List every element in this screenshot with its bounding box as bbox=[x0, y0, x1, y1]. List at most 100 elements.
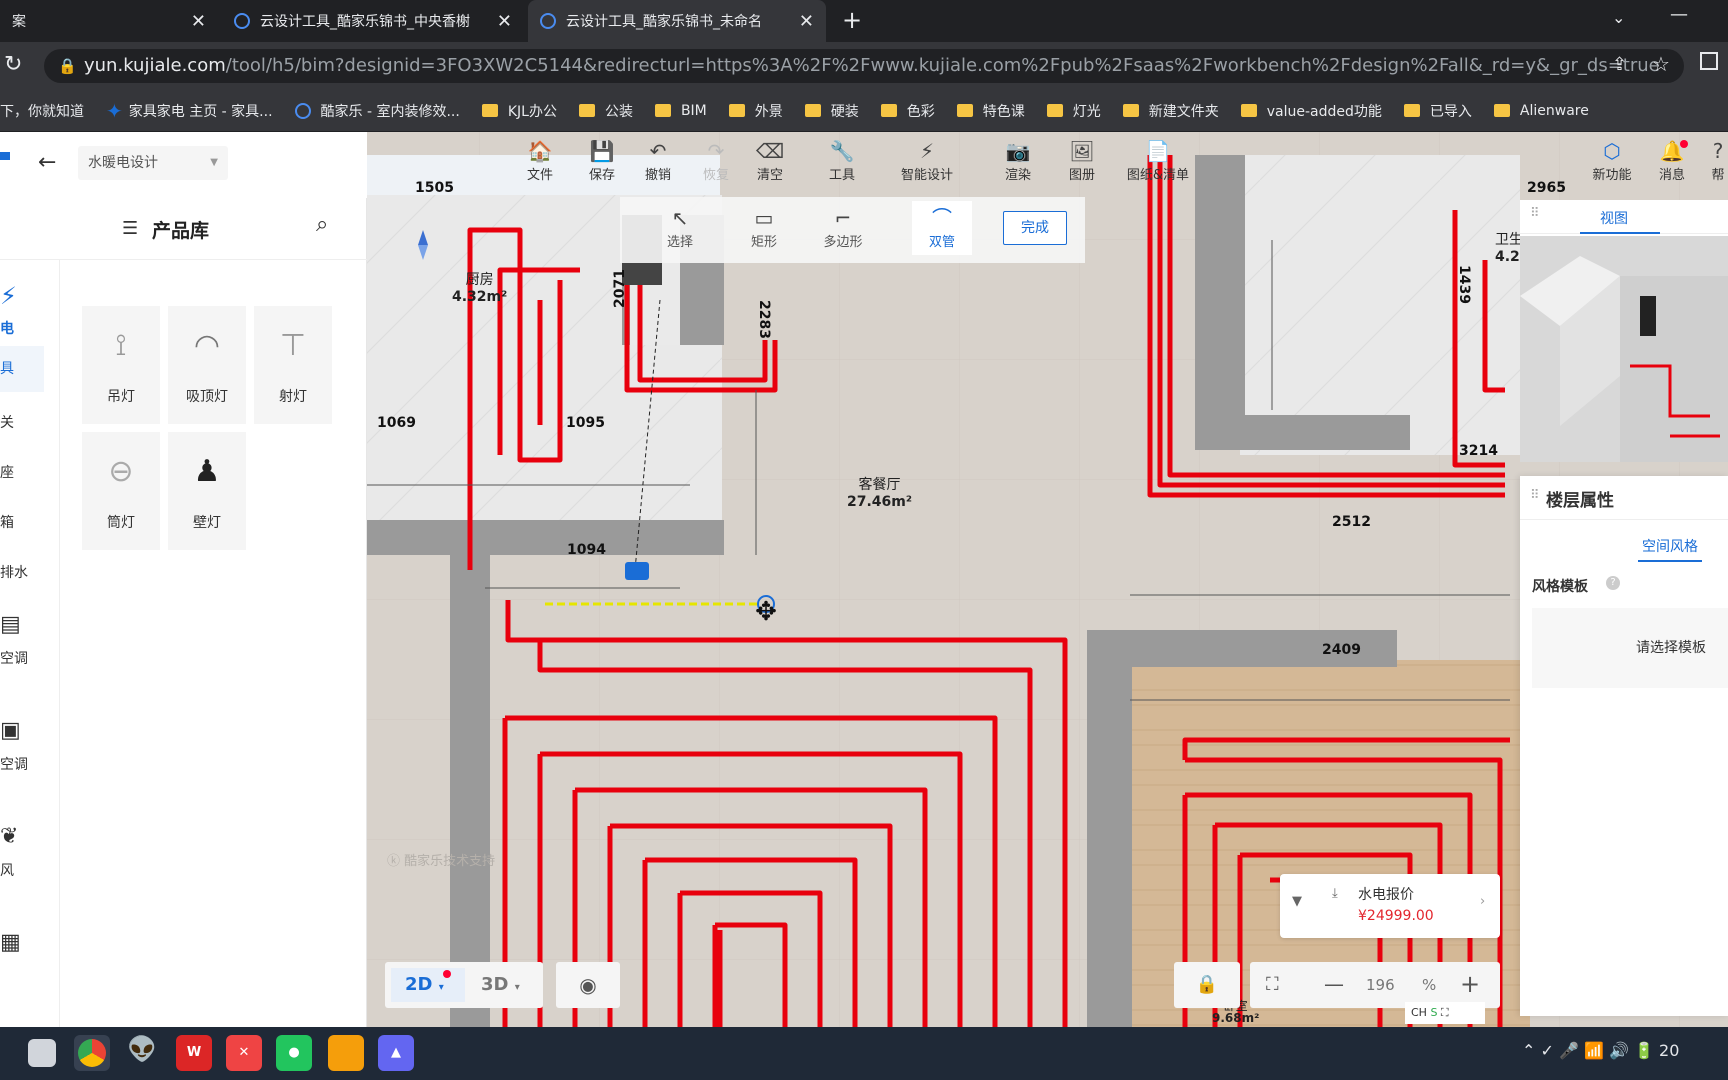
notification-badge bbox=[1680, 140, 1688, 148]
browser-tab[interactable]: 云设计工具_酷家乐锦书_中央香榭 ✕ bbox=[222, 0, 524, 42]
save-button[interactable]: 💾 保存 bbox=[582, 138, 622, 183]
url-domain: yun.kujiale.com bbox=[84, 55, 226, 76]
task-view-icon[interactable] bbox=[28, 1039, 56, 1067]
mode-3d-button[interactable]: 3D ▾ bbox=[481, 968, 520, 1005]
browser-tab-active[interactable]: 云设计工具_酷家乐锦书_未命名 ✕ bbox=[528, 0, 826, 42]
product-ceiling-lamp[interactable]: ◠ 吸顶灯 bbox=[168, 306, 246, 424]
bookmark-star-icon[interactable]: ☆ bbox=[1652, 52, 1670, 76]
done-button[interactable]: 完成 bbox=[1003, 211, 1067, 245]
sidebar-item-lamps[interactable]: 具 bbox=[0, 346, 44, 392]
folder-icon bbox=[1046, 104, 1063, 117]
ceiling-lamp-icon: ◠ bbox=[193, 328, 221, 363]
zoom-out-icon[interactable]: — bbox=[1324, 972, 1344, 996]
new-features-button[interactable]: ⬡ 新功能 bbox=[1588, 138, 1636, 183]
bookmark-folder[interactable]: 已导入 bbox=[1403, 101, 1472, 121]
3d-preview[interactable] bbox=[1520, 236, 1728, 462]
price-widget[interactable]: ▼ ⤓ 水电报价 ¥24999.00 › bbox=[1280, 874, 1500, 938]
polygon-tool[interactable]: ⌐ 多边形 bbox=[818, 205, 868, 250]
sidepanel-icon[interactable] bbox=[1700, 52, 1718, 70]
mode-2d-button[interactable]: 2D ▾ bbox=[391, 968, 465, 1002]
close-icon[interactable]: ✕ bbox=[799, 11, 814, 32]
bookmark-folder[interactable]: 公装 bbox=[578, 101, 633, 121]
bookmark-folder[interactable]: 外景 bbox=[728, 101, 783, 121]
bookmark-folder[interactable]: 灯光 bbox=[1046, 101, 1101, 121]
rectangle-tool[interactable]: ▭ 矩形 bbox=[744, 205, 784, 250]
tab-search-icon[interactable]: ⌄ bbox=[1612, 8, 1625, 27]
help-icon[interactable]: ? bbox=[1606, 576, 1620, 590]
xmind-icon[interactable]: ✕ bbox=[226, 1035, 262, 1071]
browser-titlebar: 案 ✕ 云设计工具_酷家乐锦书_中央香榭 ✕ 云设计工具_酷家乐锦书_未命名 ✕… bbox=[0, 0, 1728, 42]
spotlight-icon: ⊤ bbox=[279, 328, 307, 363]
chrome-icon[interactable] bbox=[74, 1035, 110, 1071]
system-tray[interactable]: ⌃ ✓ 🎤 📶 🔊 🔋 20 bbox=[1522, 1041, 1679, 1060]
select-tool[interactable]: ↖ 选择 bbox=[660, 205, 700, 250]
app-icon[interactable]: ▲ bbox=[378, 1035, 414, 1071]
sidebar-item-drain[interactable]: 排水 bbox=[0, 562, 28, 582]
fit-view-icon[interactable]: ⛶ bbox=[1266, 974, 1279, 995]
bookmark-folder[interactable]: 色彩 bbox=[880, 101, 935, 121]
album-button[interactable]: 🖼 图册 bbox=[1062, 138, 1102, 183]
bookmark-folder[interactable]: KJL办公 bbox=[481, 101, 557, 121]
undo-button[interactable]: ↶ 撤销 bbox=[638, 138, 678, 183]
minimize-icon[interactable]: — bbox=[1670, 4, 1688, 25]
bookmark-logo-icon: ✦ bbox=[106, 98, 123, 123]
sidebar-item-central-ac[interactable]: 空调 bbox=[0, 648, 28, 668]
search-icon[interactable]: ⌕ bbox=[316, 212, 328, 237]
alienware-icon[interactable]: 👽 bbox=[124, 1035, 160, 1071]
new-tab-icon[interactable]: + bbox=[842, 6, 862, 34]
mode-select[interactable]: 水暖电设计 ▼ bbox=[78, 146, 228, 180]
bookmark-folder[interactable]: value-added功能 bbox=[1240, 101, 1382, 121]
bookmark-item[interactable]: ✦ 家具家电 主页 - 家具... bbox=[106, 99, 273, 123]
redo-button[interactable]: ↷ 恢复 bbox=[696, 138, 736, 183]
browser-tab[interactable]: 案 ✕ bbox=[0, 0, 218, 42]
sidebar-item-socket[interactable]: 座 bbox=[0, 462, 14, 482]
smart-design-button[interactable]: ⚡ 智能设计 bbox=[894, 138, 960, 183]
zoom-in-icon[interactable]: + bbox=[1460, 970, 1480, 998]
clear-button[interactable]: ⌫ 清空 bbox=[748, 138, 792, 183]
folder-icon bbox=[728, 104, 745, 117]
tab-view[interactable]: 视图 bbox=[1600, 208, 1628, 228]
close-icon[interactable]: ✕ bbox=[497, 11, 512, 32]
bookmark-folder[interactable]: BIM bbox=[654, 103, 707, 119]
product-wall-lamp[interactable]: ♟ 壁灯 bbox=[168, 432, 246, 550]
bookmark-folder[interactable]: Alienware bbox=[1493, 103, 1589, 119]
sidebar-item-electric[interactable]: 电 bbox=[0, 318, 14, 338]
wps-icon[interactable]: W bbox=[176, 1035, 212, 1071]
tab-space-style[interactable]: 空间风格 bbox=[1642, 536, 1698, 556]
bookmark-folder[interactable]: 新建文件夹 bbox=[1122, 101, 1219, 121]
help-button[interactable]: ? 帮 bbox=[1706, 138, 1728, 183]
sidebar-item-ac[interactable]: 空调 bbox=[0, 754, 28, 774]
tools-button[interactable]: 🔧 工具 bbox=[822, 138, 862, 183]
product-library-panel: ☰ 产品库 ⌕ ⚡ 电 具 关 座 箱 排水 ▤ 空调 ▣ 空调 ❦ 风 ▦ ⟟… bbox=[0, 198, 367, 1027]
file-explorer-icon[interactable] bbox=[328, 1035, 364, 1071]
dimension-label: 2965 bbox=[1527, 180, 1566, 196]
image-icon: 🖼 bbox=[1069, 139, 1095, 163]
product-pendant-lamp[interactable]: ⟟ 吊灯 bbox=[82, 306, 160, 424]
address-bar[interactable]: 🔒 yun.kujiale.com/tool/h5/bim?designid=3… bbox=[44, 49, 1684, 83]
redo-icon: ↷ bbox=[707, 139, 725, 163]
product-spotlight[interactable]: ⊤ 射灯 bbox=[254, 306, 332, 424]
sidebar-item-box[interactable]: 箱 bbox=[0, 512, 14, 532]
bookmark-item[interactable]: 下，你就知道 bbox=[0, 101, 84, 121]
zoom-input[interactable]: 196 bbox=[1366, 976, 1395, 994]
product-downlight[interactable]: ⊖ 筒灯 bbox=[82, 432, 160, 550]
style-template-select[interactable]: 请选择模板 bbox=[1532, 608, 1728, 688]
sidebar-item-fresh-air[interactable]: 风 bbox=[0, 860, 14, 880]
bookmark-folder[interactable]: 硬装 bbox=[804, 101, 859, 121]
close-icon[interactable]: ✕ bbox=[191, 11, 206, 32]
back-arrow-icon[interactable]: ← bbox=[38, 150, 56, 175]
share-icon[interactable]: ⇪ bbox=[1612, 54, 1627, 75]
render-button[interactable]: 📷 渲染 bbox=[998, 138, 1038, 183]
bookmark-folder[interactable]: 特色课 bbox=[956, 101, 1025, 121]
drawings-list-button[interactable]: 📄 图纸&清单 bbox=[1118, 138, 1198, 183]
visibility-eye-icon[interactable]: ◉ bbox=[556, 962, 620, 1008]
dimension-label: 2409 bbox=[1322, 642, 1361, 658]
lock-icon[interactable]: 🔒 bbox=[1174, 962, 1240, 1008]
reload-icon[interactable]: ↻ bbox=[4, 52, 22, 77]
library-title: 产品库 bbox=[152, 220, 210, 242]
bookmark-item[interactable]: 酷家乐 - 室内装修效... bbox=[294, 101, 460, 121]
file-button[interactable]: 🏠 文件 bbox=[520, 138, 560, 183]
sidebar-item-switch[interactable]: 关 bbox=[0, 412, 14, 432]
double-pipe-tool[interactable]: ⌒ 双管 bbox=[912, 201, 972, 255]
wechat-icon[interactable]: ● bbox=[276, 1035, 312, 1071]
